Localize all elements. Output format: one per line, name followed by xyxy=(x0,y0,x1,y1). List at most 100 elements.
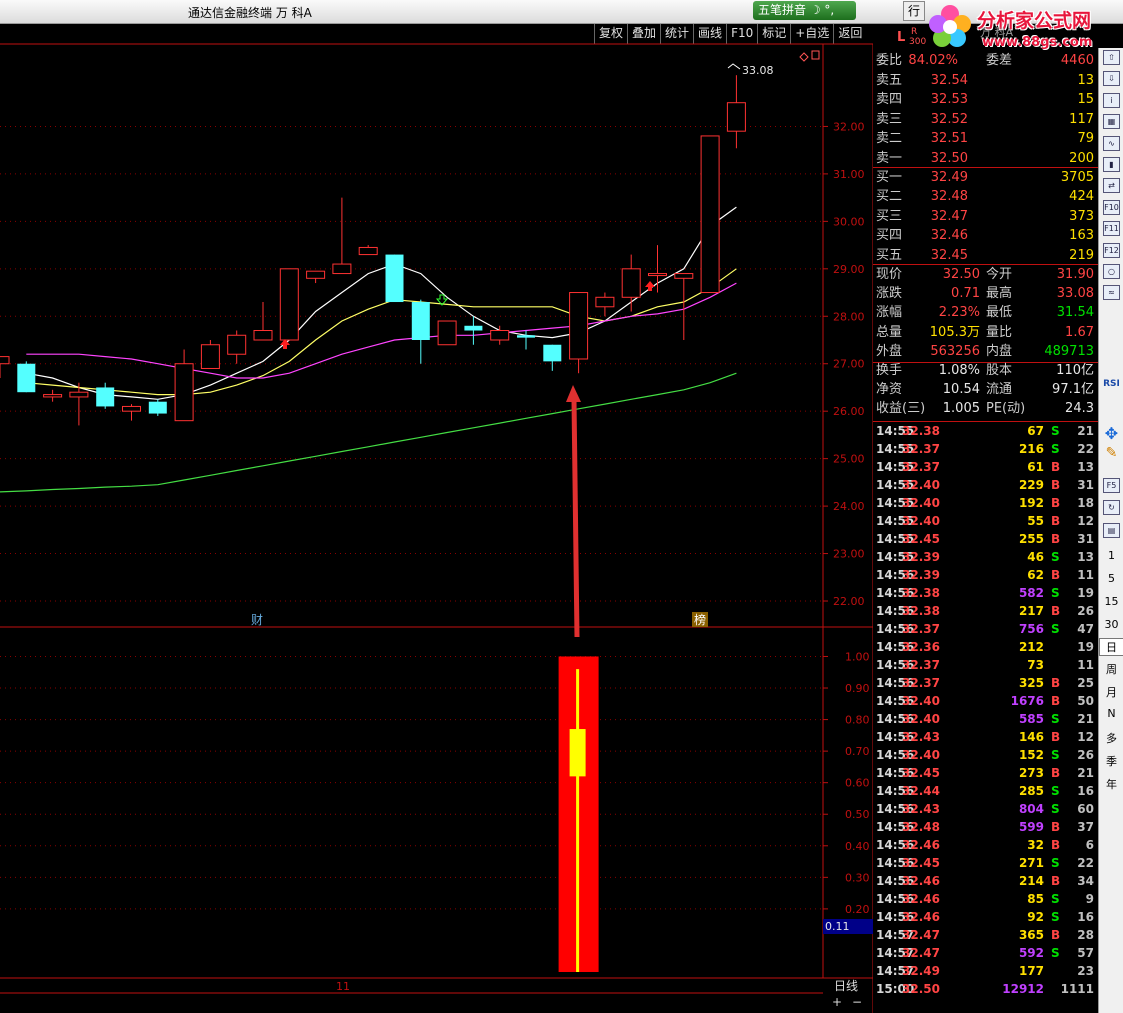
chart-area[interactable]: 32.00 31.00 30.00 29.00 28.00 27.00 26.00 25.00… xyxy=(0,0,873,1013)
tick-row[interactable]: 14:56 32.40 585 S 21 xyxy=(873,710,1098,728)
tick-row[interactable]: 14:56 32.37 325 B 25 xyxy=(873,674,1098,692)
book-price: 32.45 xyxy=(930,247,968,263)
overlay-icon[interactable]: ▤ xyxy=(1103,523,1120,538)
tick-row[interactable]: 14:56 32.38 217 B 26 xyxy=(873,602,1098,620)
tick-row[interactable]: 15:00 32.50 12912 1111 xyxy=(873,980,1098,998)
period-button-30[interactable]: 30 xyxy=(1099,618,1123,631)
tick-row[interactable]: 14:55 32.40 192 B 18 xyxy=(873,494,1098,512)
tick-row[interactable]: 14:57 32.49 177 23 xyxy=(873,962,1098,980)
period-button-15[interactable]: 15 xyxy=(1099,595,1123,608)
move-icon[interactable]: ✥ xyxy=(1099,424,1123,443)
tick-row[interactable]: 14:56 32.43 146 B 12 xyxy=(873,728,1098,746)
tick-row[interactable]: 14:56 32.44 285 S 16 xyxy=(873,782,1098,800)
tick-count: 18 xyxy=(1077,496,1094,510)
curve-icon[interactable]: ≈ xyxy=(1103,285,1120,301)
cycle-button[interactable]: 周 xyxy=(1099,661,1123,677)
book-price: 32.48 xyxy=(930,189,968,205)
candle-icon[interactable]: ▮ xyxy=(1103,157,1120,172)
tick-row[interactable]: 14:56 32.39 62 B 11 xyxy=(873,566,1098,584)
tick-row[interactable]: 14:55 32.40 229 B 31 xyxy=(873,476,1098,494)
tick-count: 12 xyxy=(1077,730,1094,744)
book-label: 买四 xyxy=(876,228,903,244)
tick-row[interactable]: 14:55 32.45 255 B 31 xyxy=(873,530,1098,548)
book-volume: 373 xyxy=(1069,208,1094,224)
tick-row[interactable]: 14:56 32.48 599 B 37 xyxy=(873,818,1098,836)
bang-marker[interactable]: 榜 xyxy=(694,612,706,627)
compare-icon[interactable]: ⇄ xyxy=(1103,178,1120,194)
rsi-button[interactable]: RSI xyxy=(1099,379,1123,389)
tick-row[interactable]: 14:57 32.47 592 S 57 xyxy=(873,944,1098,962)
book-label: 买一 xyxy=(876,170,903,185)
cycle-button[interactable]: 多 xyxy=(1099,730,1123,746)
fund-value: 1.08% xyxy=(938,363,980,378)
indicator-tick-label: 0.80 xyxy=(845,714,870,727)
book-volume: 15 xyxy=(1077,92,1094,108)
f11-icon[interactable]: F11 xyxy=(1103,221,1120,237)
side-num: 300 xyxy=(909,37,927,47)
tick-price: 32.40 xyxy=(902,712,940,726)
refresh-icon[interactable]: ↻ xyxy=(1103,500,1120,515)
stat-label2: 内盘 xyxy=(986,343,1013,359)
down-arrow-icon[interactable]: ⇩ xyxy=(1103,71,1120,87)
bid-row: 买四 32.46 163 xyxy=(873,227,1098,245)
stat-value: 2.23% xyxy=(938,305,980,321)
zoom-in-button[interactable]: + xyxy=(832,995,842,1009)
stat-label2: 今开 xyxy=(986,267,1013,282)
tick-price: 32.43 xyxy=(902,730,940,744)
tick-price: 32.40 xyxy=(902,748,940,762)
tick-row[interactable]: 14:56 32.38 582 S 19 xyxy=(873,584,1098,602)
cycle-day-button[interactable]: 日 xyxy=(1099,638,1123,656)
zoom-out-button[interactable]: − xyxy=(852,995,862,1009)
tick-volume: 61 xyxy=(1027,460,1044,474)
tick-side: S xyxy=(1051,784,1060,798)
cycle-button[interactable]: 月 xyxy=(1099,684,1123,700)
period-label[interactable]: 日线 xyxy=(834,979,858,993)
tick-count: 19 xyxy=(1077,586,1094,600)
tick-row[interactable]: 14:56 32.46 32 B 6 xyxy=(873,836,1098,854)
tick-volume: 67 xyxy=(1027,424,1044,438)
tick-row[interactable]: 14:55 32.37 216 S 22 xyxy=(873,440,1098,458)
tick-row[interactable]: 14:55 32.37 61 B 13 xyxy=(873,458,1098,476)
cycle-button[interactable]: 季 xyxy=(1099,753,1123,769)
tick-row[interactable]: 14:55 32.38 67 S 21 xyxy=(873,422,1098,440)
tick-row[interactable]: 14:56 32.46 85 S 9 xyxy=(873,890,1098,908)
tick-row[interactable]: 14:56 32.46 214 B 34 xyxy=(873,872,1098,890)
finance-marker[interactable]: 财 xyxy=(251,613,263,627)
tick-row[interactable]: 14:56 32.43 804 S 60 xyxy=(873,800,1098,818)
cycle-button[interactable]: 年 xyxy=(1099,776,1123,792)
book-volume: 13 xyxy=(1077,73,1094,88)
pen-icon[interactable]: ✎ xyxy=(1099,445,1123,461)
bid-row: 买一 32.49 3705 xyxy=(873,169,1098,187)
candle-body xyxy=(0,356,10,365)
tick-row[interactable]: 14:56 32.40 1676 B 50 xyxy=(873,692,1098,710)
tick-volume: 804 xyxy=(1018,802,1044,816)
indicator-readout: 0.11 xyxy=(825,920,850,933)
candle-body xyxy=(43,394,63,398)
tick-row[interactable]: 14:56 32.40 152 S 26 xyxy=(873,746,1098,764)
tick-row[interactable]: 14:57 32.47 365 B 28 xyxy=(873,926,1098,944)
indicator-tick-label: 0.40 xyxy=(845,840,870,853)
book-label: 卖五 xyxy=(876,73,903,88)
tick-row[interactable]: 14:55 32.39 46 S 13 xyxy=(873,548,1098,566)
candle-body xyxy=(437,320,457,346)
line-chart-icon[interactable]: ∿ xyxy=(1103,135,1120,151)
f12-icon[interactable]: F12 xyxy=(1103,242,1120,258)
book-volume: 79 xyxy=(1077,131,1094,147)
cycle-button[interactable]: N xyxy=(1099,707,1123,720)
tick-row[interactable]: 14:56 32.45 271 S 22 xyxy=(873,854,1098,872)
period-button-5[interactable]: 5 xyxy=(1099,572,1123,585)
stat-value2: 31.90 xyxy=(1056,267,1094,282)
tick-row[interactable]: 14:56 32.46 92 S 16 xyxy=(873,908,1098,926)
circle-icon[interactable]: ○ xyxy=(1103,264,1120,279)
tick-row[interactable]: 14:56 32.37 73 11 xyxy=(873,656,1098,674)
f5-button[interactable]: F5 xyxy=(1103,478,1120,493)
period-button-1[interactable]: 1 xyxy=(1099,549,1123,562)
tick-row[interactable]: 14:56 32.36 212 19 xyxy=(873,638,1098,656)
tick-row[interactable]: 14:56 32.45 273 B 21 xyxy=(873,764,1098,782)
up-arrow-icon[interactable]: ⇧ xyxy=(1103,50,1120,65)
tick-row[interactable]: 14:56 32.37 756 S 47 xyxy=(873,620,1098,638)
info-icon[interactable]: i xyxy=(1103,92,1120,108)
tick-row[interactable]: 14:55 32.40 55 B 12 xyxy=(873,512,1098,530)
f10-icon[interactable]: F10 xyxy=(1103,199,1120,215)
table-icon[interactable]: ▦ xyxy=(1103,114,1120,130)
